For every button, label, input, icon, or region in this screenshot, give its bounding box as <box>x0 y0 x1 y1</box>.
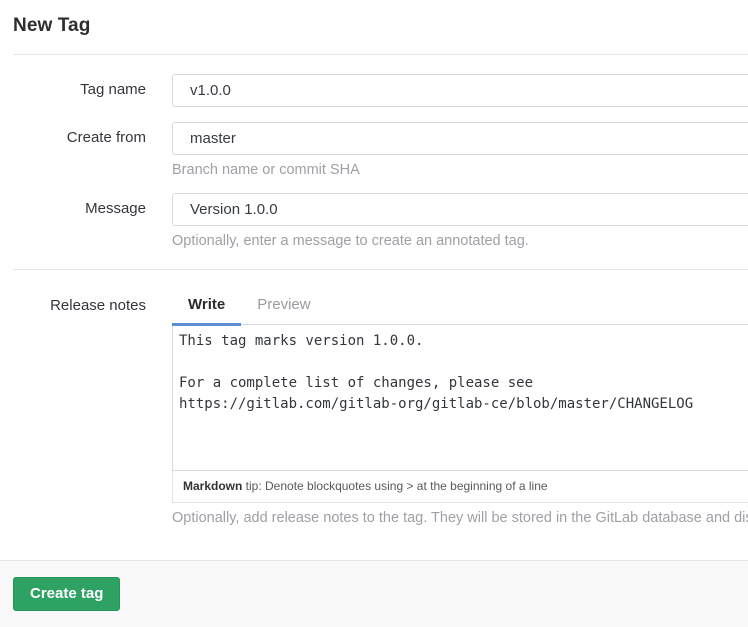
tab-write[interactable]: Write <box>172 286 241 326</box>
release-notes-textarea[interactable]: This tag marks version 1.0.0. For a comp… <box>172 324 748 471</box>
create-from-label: Create from <box>0 122 146 146</box>
tag-name-input[interactable] <box>172 74 748 107</box>
new-tag-form: Tag name Create from Branch name or comm… <box>0 55 748 526</box>
release-notes-row: Release notes Write Preview This tag mar… <box>0 290 748 526</box>
create-from-row: Create from Branch name or commit SHA <box>0 122 748 178</box>
message-label: Message <box>0 193 146 217</box>
page-title: New Tag <box>13 15 735 37</box>
release-notes-help: Optionally, add release notes to the tag… <box>172 510 748 526</box>
section-divider <box>13 269 748 270</box>
message-row: Message Optionally, enter a message to c… <box>0 193 748 249</box>
markdown-tip-text: tip: Denote blockquotes using > at the b… <box>242 479 547 493</box>
markdown-tip-bold: Markdown <box>183 479 242 493</box>
message-help: Optionally, enter a message to create an… <box>172 233 748 249</box>
tag-name-row: Tag name <box>0 74 748 107</box>
create-tag-button[interactable]: Create tag <box>13 577 120 611</box>
form-actions-footer: Create tag <box>0 560 748 627</box>
page-header: New Tag <box>0 0 748 37</box>
message-input[interactable] <box>172 193 748 226</box>
markdown-tabs: Write Preview <box>172 286 748 326</box>
create-from-help: Branch name or commit SHA <box>172 162 748 178</box>
tag-name-label: Tag name <box>0 74 146 98</box>
markdown-tip: Markdown tip: Denote blockquotes using >… <box>172 471 748 503</box>
release-notes-label: Release notes <box>0 290 146 314</box>
create-from-input[interactable] <box>172 122 748 155</box>
tab-preview[interactable]: Preview <box>241 286 326 326</box>
